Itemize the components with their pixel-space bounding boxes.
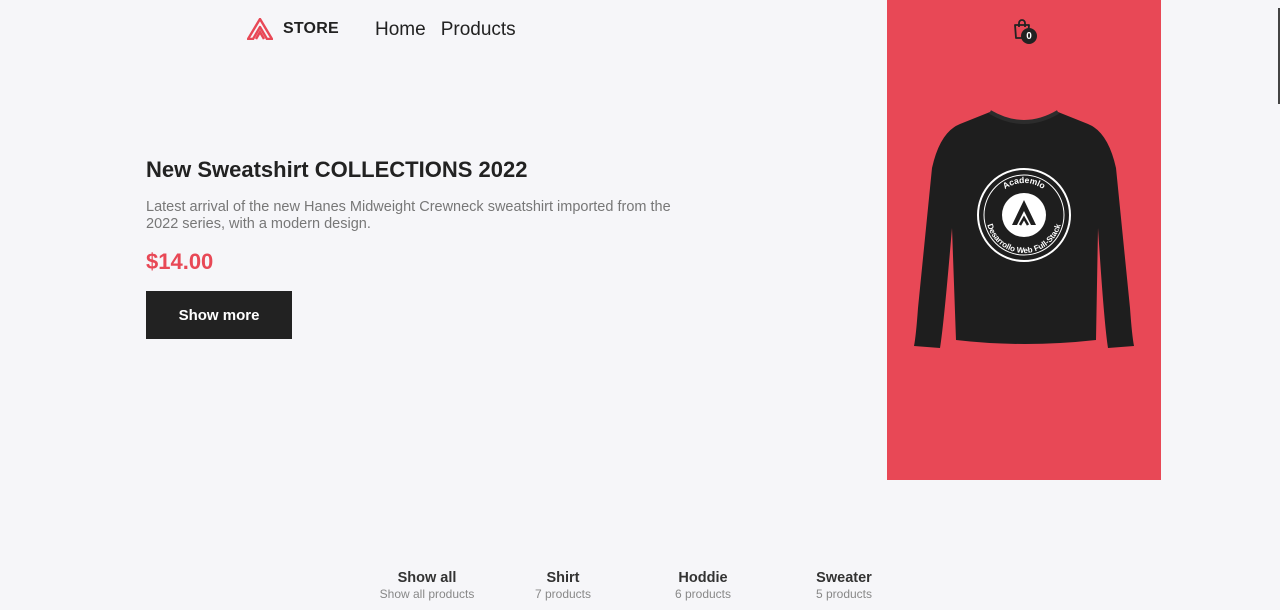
cart-button[interactable]: 0 [1012, 18, 1038, 46]
main-nav: Home Products [375, 19, 516, 41]
sweatshirt-image: Academlo Desarrollo Web Full-Stack [914, 110, 1134, 348]
hero-description: Latest arrival of the new Hanes Midweigh… [146, 199, 671, 232]
category-name: Hoddie [678, 570, 728, 586]
logo-text: STORE [283, 20, 339, 37]
category-count: 5 products [815, 587, 873, 601]
category-name: Show all [397, 570, 457, 586]
category-hoddie[interactable]: Hoddie 6 products [675, 570, 731, 601]
category-name: Shirt [546, 570, 580, 586]
category-count: 7 products [534, 587, 592, 601]
hero-title: New Sweatshirt COLLECTIONS 2022 [146, 157, 528, 182]
category-count: Show all products [379, 587, 475, 601]
category-shirt[interactable]: Shirt 7 products [535, 570, 591, 601]
cart-count-badge: 0 [1021, 28, 1037, 44]
hero-section: New Sweatshirt COLLECTIONS 2022 Latest a… [146, 157, 686, 339]
nav-home[interactable]: Home [375, 19, 426, 41]
logo-icon [247, 18, 273, 40]
category-name: Sweater [816, 570, 872, 586]
show-more-button[interactable]: Show more [146, 291, 292, 339]
hero-price: $14.00 [146, 249, 214, 274]
category-sweater[interactable]: Sweater 5 products [816, 570, 872, 601]
category-count: 6 products [674, 587, 732, 601]
category-show-all[interactable]: Show all Show all products [380, 570, 475, 601]
nav-products[interactable]: Products [441, 19, 516, 41]
category-filter: Show all Show all products Shirt 7 produ… [0, 570, 1280, 610]
store-logo[interactable]: STORE [247, 18, 339, 40]
